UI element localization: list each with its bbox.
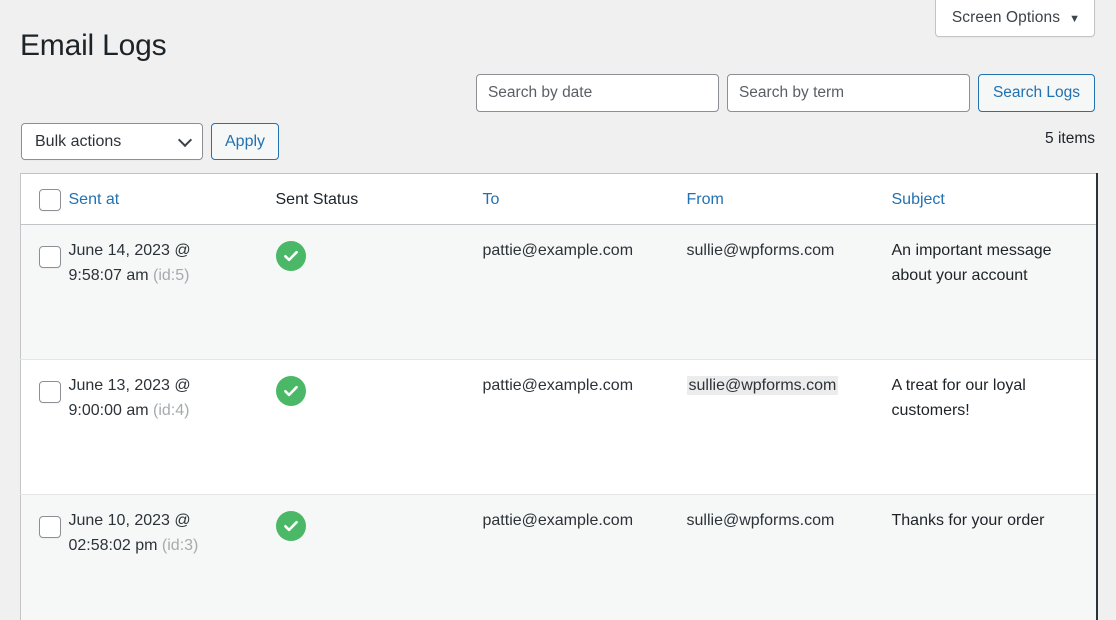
column-header-sent-at[interactable]: Sent at <box>68 173 276 225</box>
log-id: (id:4) <box>153 401 190 419</box>
row-select-cell <box>21 225 69 360</box>
screen-options-label: Screen Options <box>951 9 1061 26</box>
table-row[interactable]: June 14, 2023 @ 9:58:07 am (id:5) pattie… <box>20 224 1097 360</box>
cell-sent-status <box>275 225 483 360</box>
log-id: (id:5) <box>153 266 190 284</box>
screen-options-button[interactable]: Screen Options ▼ <box>934 0 1095 37</box>
green-check-icon <box>275 511 306 541</box>
sort-link-sent-at[interactable]: Sent at <box>69 191 120 208</box>
cell-sent-status <box>275 359 483 495</box>
row-select-cell <box>20 359 69 495</box>
cell-to: pattie@example.com <box>483 225 687 360</box>
column-header-sent-status: Sent Status <box>275 173 483 225</box>
row-checkbox[interactable] <box>39 381 61 403</box>
bulk-actions-select[interactable]: Bulk actions <box>21 123 203 160</box>
table-header: Sent at Sent Status To From Subject <box>20 173 1097 225</box>
subject-text: Thanks for your order <box>891 512 1045 529</box>
cell-to: pattie@example.com <box>482 359 687 495</box>
sent-at-date: June 13, 2023 @ <box>68 377 191 394</box>
select-all-header <box>20 173 69 225</box>
from-address: sullie@wpforms.com <box>686 376 839 395</box>
search-by-term-input[interactable] <box>726 74 970 112</box>
cell-sent-at: June 13, 2023 @ 9:00:00 am (id:4) <box>68 359 276 495</box>
sent-at-time: 9:58:07 am <box>68 266 149 284</box>
items-count: 5 items <box>1045 130 1095 147</box>
row-checkbox[interactable] <box>39 516 61 538</box>
column-header-to[interactable]: To <box>482 173 687 225</box>
log-id: (id:3) <box>161 536 199 554</box>
table-header-row: Sent at Sent Status To From Subject <box>20 173 1097 225</box>
cell-sent-at: June 14, 2023 @ 9:58:07 am (id:5) <box>69 225 276 360</box>
chevron-down-icon: ▼ <box>1069 13 1080 25</box>
to-address: pattie@example.com <box>482 377 634 394</box>
sent-at-time: 02:58:02 pm <box>68 536 158 554</box>
page-title: Email Logs <box>20 29 167 62</box>
row-select-cell <box>20 494 69 620</box>
cell-subject: Thanks for your order <box>891 494 1097 620</box>
cell-subject: An important message about your account <box>892 225 1097 360</box>
sort-link-subject[interactable]: Subject <box>892 191 945 208</box>
from-address: sullie@wpforms.com <box>686 242 835 259</box>
row-checkbox[interactable] <box>39 246 61 268</box>
sort-link-to[interactable]: To <box>483 191 500 208</box>
to-address: pattie@example.com <box>482 242 634 259</box>
sent-at-time: 9:00:00 am <box>68 401 149 419</box>
column-header-from[interactable]: From <box>686 173 892 225</box>
bulk-actions-selected-label: Bulk actions <box>35 132 122 150</box>
search-by-date-input[interactable] <box>475 74 719 112</box>
sort-link-from[interactable]: From <box>687 191 724 208</box>
select-all-checkbox[interactable] <box>39 188 61 211</box>
cell-from: sullie@wpforms.com <box>686 494 892 620</box>
table-body: June 14, 2023 @ 9:58:07 am (id:5) pattie… <box>20 224 1097 620</box>
column-header-subject[interactable]: Subject <box>891 173 1097 225</box>
table-row[interactable]: June 10, 2023 @ 02:58:02 pm (id:3) patti… <box>20 494 1097 620</box>
cell-from: sullie@wpforms.com <box>687 225 892 360</box>
search-logs-button[interactable]: Search Logs <box>977 74 1095 112</box>
cell-from: sullie@wpforms.com <box>686 359 892 495</box>
bulk-actions-toolbar: Bulk actions Apply <box>21 123 280 160</box>
chevron-down-icon <box>177 132 193 147</box>
from-address: sullie@wpforms.com <box>686 512 835 529</box>
email-logs-page: Screen Options ▼ Email Logs Search Logs … <box>0 0 1116 620</box>
table-row[interactable]: June 13, 2023 @ 9:00:00 am (id:4) pattie… <box>20 359 1097 495</box>
cell-to: pattie@example.com <box>482 494 687 620</box>
search-toolbar: Search Logs <box>475 74 1095 112</box>
sent-at-date: June 10, 2023 @ <box>68 512 191 529</box>
cell-sent-at: June 10, 2023 @ 02:58:02 pm (id:3) <box>68 494 276 620</box>
subject-text: An important message about your account <box>891 242 1052 284</box>
to-address: pattie@example.com <box>482 512 634 529</box>
green-check-icon <box>275 376 306 406</box>
label-sent-status: Sent Status <box>275 190 359 208</box>
email-logs-table: Sent at Sent Status To From Subject June… <box>20 173 1098 620</box>
apply-button[interactable]: Apply <box>211 123 280 160</box>
green-check-icon <box>275 241 306 271</box>
cell-subject: A treat for our loyal customers! <box>891 359 1097 495</box>
sent-at-date: June 14, 2023 @ <box>68 242 191 259</box>
subject-text: A treat for our loyal customers! <box>891 377 1026 419</box>
cell-sent-status <box>275 494 483 620</box>
